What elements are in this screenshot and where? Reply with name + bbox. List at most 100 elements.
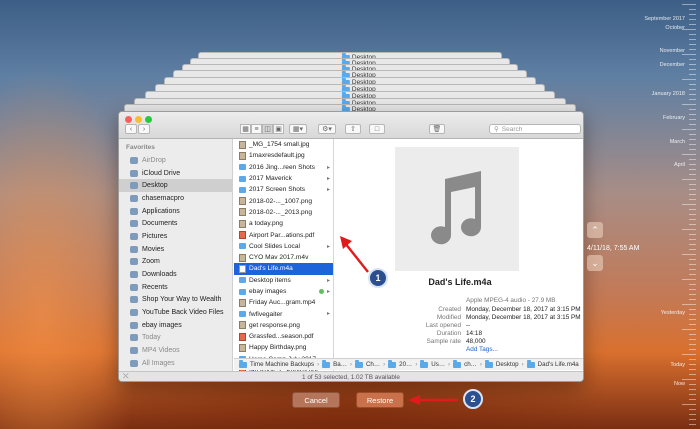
- timeline-tick: [689, 199, 696, 200]
- timeline-tick: [689, 364, 696, 365]
- timeline-label[interactable]: October: [630, 25, 685, 31]
- timeline-tick: [689, 294, 696, 295]
- timeline-tick: [689, 64, 696, 65]
- timeline-tick: [689, 319, 696, 320]
- timeline-tick: [689, 44, 696, 45]
- timeline-down-button[interactable]: ⌄: [587, 255, 603, 271]
- timeline-tick: [689, 69, 696, 70]
- arrow-1-line: [344, 242, 369, 273]
- timeline-tick: [689, 424, 696, 425]
- timeline-tick: [689, 119, 696, 120]
- timeline-tick: [682, 329, 696, 330]
- timeline-tick: [689, 399, 696, 400]
- timeline-tick: [689, 9, 696, 10]
- timeline-tick: [689, 194, 696, 195]
- annotation-badge-1: 1: [368, 268, 388, 288]
- timeline-tick: [689, 24, 696, 25]
- timeline-tick: [689, 384, 696, 385]
- timeline-tick: [689, 214, 696, 215]
- timeline-tick: [689, 49, 696, 50]
- timeline-tick: [689, 114, 696, 115]
- timeline-tick: [689, 99, 696, 100]
- timeline-tick: [689, 149, 696, 150]
- timeline-tick: [689, 359, 696, 360]
- timeline-up-button[interactable]: ⌃: [587, 222, 603, 238]
- timeline-tick: [689, 244, 696, 245]
- timeline-tick: [689, 374, 696, 375]
- timeline-label[interactable]: January 2018: [630, 91, 685, 97]
- timeline-tick: [689, 389, 696, 390]
- timeline-ruler[interactable]: September 2017 October November December Jan…: [630, 0, 700, 429]
- timeline-tick: [689, 59, 696, 60]
- chevron-down-icon: ⌄: [591, 257, 599, 268]
- timeline-label[interactable]: November: [630, 48, 685, 54]
- timeline-label[interactable]: December: [630, 62, 685, 68]
- timeline-tick: [682, 79, 696, 80]
- timeline-tick: [689, 94, 696, 95]
- timeline-tick: [689, 189, 696, 190]
- timeline-tick: [689, 224, 696, 225]
- timeline-tick: [689, 209, 696, 210]
- timeline-label[interactable]: March: [630, 139, 685, 145]
- timeline-tick: [689, 289, 696, 290]
- timeline-tick: [682, 304, 696, 305]
- timeline-tick: [689, 409, 696, 410]
- timeline-tick: [689, 219, 696, 220]
- timeline-tick: [689, 239, 696, 240]
- timeline-tick: [689, 139, 696, 140]
- timeline-tick: [689, 264, 696, 265]
- timeline-tick: [689, 39, 696, 40]
- timeline-tick: [689, 314, 696, 315]
- timeline-tick: [689, 84, 696, 85]
- timeline-tick: [682, 379, 696, 380]
- timeline-tick: [682, 154, 696, 155]
- timeline-tick: [682, 54, 696, 55]
- timeline-tick: [689, 339, 696, 340]
- timeline-tick: [689, 334, 696, 335]
- timeline-tick: [682, 129, 696, 130]
- timeline-tick: [689, 269, 696, 270]
- timeline-label[interactable]: February: [630, 115, 685, 121]
- timeline-tick: [689, 19, 696, 20]
- timeline-tick: [689, 349, 696, 350]
- annotation-badge-2: 2: [463, 389, 483, 409]
- arrow-1-head: [340, 236, 352, 249]
- timeline-tick: [682, 254, 696, 255]
- timeline-tick: [689, 164, 696, 165]
- timeline-tick: [689, 309, 696, 310]
- timeline-tick: [689, 234, 696, 235]
- timeline-tick: [689, 109, 696, 110]
- timeline-tick: [682, 104, 696, 105]
- timeline-tick: [682, 229, 696, 230]
- timeline-tick: [689, 394, 696, 395]
- timeline-tick: [689, 124, 696, 125]
- timeline-tick: [689, 184, 696, 185]
- timeline-tick: [682, 279, 696, 280]
- timeline-tick: [682, 204, 696, 205]
- timeline-tick: [689, 159, 696, 160]
- timeline-tick: [689, 419, 696, 420]
- timeline-label[interactable]: September 2017: [630, 16, 685, 22]
- timeline-tick: [689, 369, 696, 370]
- timeline-tick: [689, 89, 696, 90]
- timeline-tick: [689, 14, 696, 15]
- timeline-label[interactable]: Today: [630, 362, 685, 368]
- timeline-tick: [689, 324, 696, 325]
- timeline-tick: [689, 274, 696, 275]
- timeline-tick: [689, 74, 696, 75]
- annotation-arrows: [340, 236, 458, 405]
- timeline-tick: [689, 144, 696, 145]
- arrow-2-head: [408, 395, 420, 405]
- timeline-label[interactable]: Yesterday: [630, 310, 685, 316]
- timeline-tick: [689, 299, 696, 300]
- timeline-tick: [689, 284, 696, 285]
- timeline-tick: [689, 169, 696, 170]
- timeline-label[interactable]: April: [630, 162, 685, 168]
- timeline-tick: [682, 179, 696, 180]
- timeline-tick: [682, 354, 696, 355]
- timeline-tick: [689, 414, 696, 415]
- timeline-tick: [682, 4, 696, 5]
- timeline-tick: [682, 404, 696, 405]
- chevron-up-icon: ⌃: [591, 224, 599, 235]
- timeline-label[interactable]: Now: [630, 381, 685, 387]
